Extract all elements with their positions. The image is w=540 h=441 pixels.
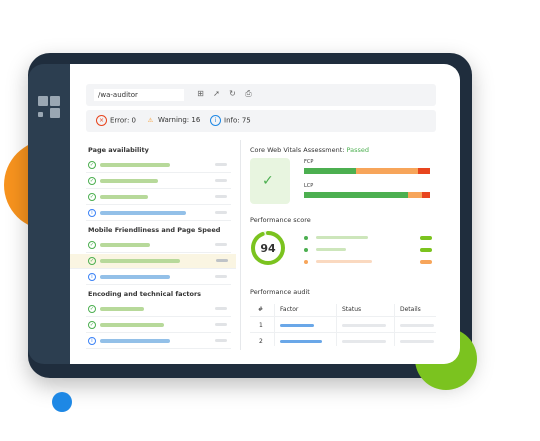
column-header-details[interactable]: Details (400, 306, 421, 313)
legend-bar (316, 236, 368, 239)
check-icon: ✓ (262, 173, 274, 189)
performance-score-gauge: 94 (251, 231, 285, 265)
list-item[interactable]: ✓ (86, 318, 231, 333)
legend-value (420, 236, 432, 240)
table-row-status (342, 324, 386, 327)
decor-blue-circle (52, 392, 72, 412)
legend-bar (316, 248, 346, 251)
legend-dot (304, 260, 308, 264)
column-header-number: # (258, 306, 264, 313)
check-icon: ✓ (88, 177, 96, 185)
url-field[interactable]: /wa-auditor (94, 89, 184, 101)
legend-value (420, 248, 432, 252)
check-icon: ✓ (88, 305, 96, 313)
lcp-moderate-segment (408, 192, 422, 198)
fcp-good-segment (304, 168, 356, 174)
legend-dot (304, 248, 308, 252)
column-separator (274, 304, 275, 346)
list-item[interactable]: i (86, 206, 231, 221)
performance-audit-title: Performance audit (250, 288, 310, 296)
column-divider (240, 140, 241, 350)
export-icon[interactable]: ⎙ (244, 89, 253, 98)
info-icon: i (210, 115, 221, 126)
performance-score-value: 94 (260, 242, 276, 255)
cwv-result: Passed (346, 146, 370, 154)
check-icon: ✓ (88, 321, 96, 329)
lcp-poor-segment (422, 192, 430, 198)
table-row-status (342, 340, 386, 343)
info-icon: i (88, 337, 96, 345)
info-icon: i (88, 209, 96, 217)
list-item[interactable]: ✓ (86, 302, 231, 317)
refresh-icon[interactable]: ↻ (228, 89, 237, 98)
check-icon: ✓ (88, 257, 96, 265)
add-icon[interactable]: ⊞ (196, 89, 205, 98)
table-row-factor[interactable] (280, 340, 322, 343)
column-header-factor[interactable]: Factor (280, 306, 298, 313)
table-row-number: 2 (259, 338, 263, 345)
section-title-page-availability: Page availability (88, 146, 149, 154)
legend-value (420, 260, 432, 264)
column-header-status[interactable]: Status (342, 306, 361, 313)
legend-dot (304, 236, 308, 240)
check-icon: ✓ (88, 193, 96, 201)
table-row-factor[interactable] (280, 324, 314, 327)
performance-score-title: Performance score (250, 216, 311, 224)
column-separator (394, 304, 395, 346)
info-icon: i (88, 273, 96, 281)
list-item[interactable]: i (86, 334, 231, 349)
fcp-label: FCP (304, 159, 314, 165)
warning-count[interactable]: ⚠ Warning: 16 (146, 115, 200, 126)
section-title-encoding: Encoding and technical factors (88, 290, 202, 298)
check-icon: ✓ (88, 241, 96, 249)
warning-icon: ⚠ (147, 116, 154, 124)
table-row-details (400, 324, 434, 327)
error-count[interactable]: × Error: 0 (96, 115, 136, 127)
share-icon[interactable]: ➚ (212, 89, 221, 98)
fcp-poor-segment (418, 168, 430, 174)
info-count[interactable]: i Info: 75 (210, 115, 251, 127)
list-item[interactable]: ✓ (86, 238, 231, 253)
lcp-label: LCP (304, 183, 314, 189)
legend-bar (316, 260, 372, 263)
table-divider (250, 332, 436, 333)
list-item[interactable]: ✓ (86, 158, 231, 173)
fcp-moderate-segment (356, 168, 418, 174)
app-logo-icon (38, 96, 62, 120)
table-row-details (400, 340, 434, 343)
list-item-highlighted[interactable]: ✓ (70, 254, 236, 269)
list-item[interactable]: ✓ (86, 190, 231, 205)
list-item[interactable]: ✓ (86, 174, 231, 189)
cwv-title: Core Web Vitals Assessment: Passed (250, 146, 370, 154)
check-icon: ✓ (88, 161, 96, 169)
status-bar (86, 110, 436, 132)
table-divider (250, 316, 436, 317)
error-icon: × (96, 115, 107, 126)
column-separator (336, 304, 337, 346)
lcp-good-segment (304, 192, 408, 198)
list-item[interactable]: i (86, 270, 231, 285)
section-title-mobile-friendliness: Mobile Friendliness and Page Speed (88, 226, 221, 234)
table-row-number: 1 (259, 322, 263, 329)
